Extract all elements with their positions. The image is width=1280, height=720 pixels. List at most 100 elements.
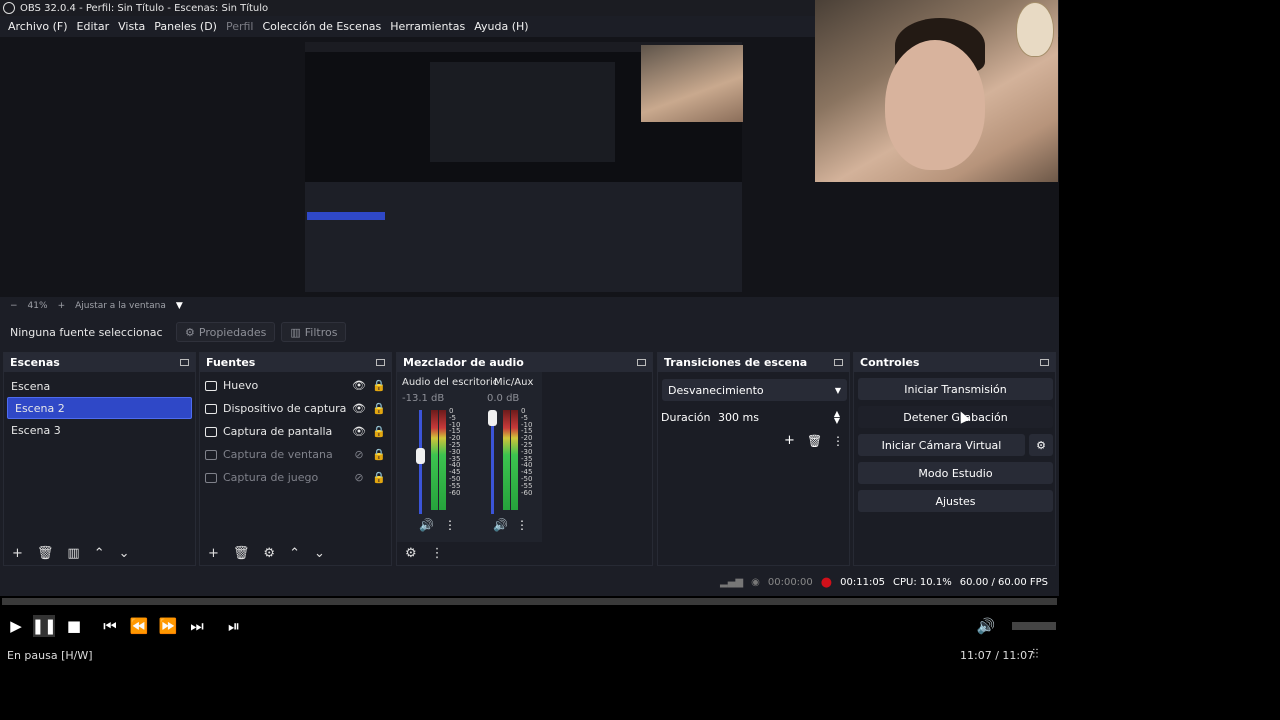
scene-item[interactable]: Escena 3 — [4, 419, 195, 441]
source-item[interactable]: Captura de pantalla 👁 🔒 — [200, 420, 391, 443]
add-icon[interactable]: + — [208, 546, 219, 561]
scene-item-selected[interactable]: Escena 2 — [7, 397, 192, 419]
scene-item[interactable]: Escena — [4, 375, 195, 397]
more-icon[interactable]: ⋮ — [516, 518, 528, 532]
speaker-icon[interactable]: 🔊 — [419, 518, 434, 532]
more-icon[interactable]: ⋮ — [832, 434, 844, 448]
add-icon[interactable]: + — [784, 433, 795, 448]
transition-selected: Desvanecimiento — [668, 383, 764, 397]
gear-icon[interactable]: ⚙ — [1029, 434, 1053, 456]
controls-title: Controles — [860, 356, 920, 369]
more-icon[interactable]: ⋮ — [444, 518, 456, 532]
eye-hidden-icon[interactable]: ⊘ — [352, 471, 366, 484]
stop-icon[interactable]: ■ — [63, 615, 85, 637]
channel-db: -13.1 dB — [402, 393, 445, 404]
studio-mode-button[interactable]: Modo Estudio — [858, 462, 1053, 484]
add-icon[interactable]: + — [12, 546, 23, 561]
seek-bar[interactable] — [0, 596, 1059, 608]
volume-slider[interactable] — [416, 447, 425, 464]
transitions-title: Transiciones de escena — [664, 356, 808, 369]
source-item[interactable]: Huevo 👁 🔒 — [200, 374, 391, 397]
speaker-icon[interactable]: 🔊 — [493, 518, 508, 532]
more-icon[interactable]: ⋮ — [431, 546, 444, 561]
volume-icon[interactable]: 🔊 — [975, 615, 997, 637]
equalizer-icon[interactable]: ⫶⫶ — [1032, 647, 1039, 662]
undock-icon[interactable] — [637, 359, 646, 366]
volume-slider[interactable] — [1012, 622, 1056, 630]
menu-vista[interactable]: Vista — [118, 20, 145, 33]
eye-hidden-icon[interactable]: ⊘ — [352, 448, 366, 461]
previous-icon[interactable]: ⏮ — [99, 615, 121, 637]
channel-db: 0.0 dB — [487, 393, 520, 404]
audio-mixer-dock: Mezclador de audio Audio del escritoric … — [396, 352, 653, 566]
source-item[interactable]: Captura de ventana ⊘ 🔒 — [200, 443, 391, 466]
rewind-icon[interactable]: ⏪ — [128, 615, 150, 637]
frame-step-icon[interactable]: ⏯ — [223, 615, 245, 637]
menu-herramientas[interactable]: Herramientas — [390, 20, 465, 33]
arrow-down-icon[interactable]: ⌄ — [119, 546, 130, 561]
transition-select[interactable]: Desvanecimiento ▼ — [662, 379, 847, 401]
face — [885, 40, 985, 170]
meter-scale: 0 -5 -10 -15 -20 -25 -30 -35 -40 -45 -50 -55 -60 — [449, 408, 460, 496]
trash-icon[interactable]: 🗑 — [807, 434, 822, 448]
playback-state: En pausa [H/W] — [7, 649, 93, 662]
unlock-icon[interactable]: 🔒 — [372, 448, 386, 461]
arrow-up-icon[interactable]: ⌃ — [289, 546, 300, 561]
transitions-dock: Transiciones de escena Desvanecimiento ▼ … — [657, 352, 850, 566]
monitor-icon — [205, 426, 217, 437]
start-stream-button[interactable]: Iniciar Transmisión — [858, 378, 1053, 400]
trash-icon[interactable]: 🗑 — [37, 546, 54, 561]
menu-coleccion[interactable]: Colección de Escenas — [263, 20, 382, 33]
arrow-down-icon[interactable]: ⌄ — [314, 546, 325, 561]
next-icon[interactable]: ⏭ — [186, 615, 208, 637]
virtual-camera-button[interactable]: Iniciar Cámara Virtual — [858, 434, 1025, 456]
volume-slider[interactable] — [488, 410, 497, 426]
scale-tick: -60 — [449, 488, 461, 497]
stop-recording-button[interactable]: Detener Grabación — [858, 406, 1053, 428]
undock-icon[interactable] — [834, 359, 843, 366]
menu-perfil[interactable]: Perfil — [226, 20, 254, 33]
properties-button[interactable]: ⚙ Propiedades — [176, 322, 276, 342]
eye-icon[interactable]: 👁 — [352, 425, 366, 438]
lock-icon[interactable]: 🔒 — [372, 471, 386, 484]
chevron-down-icon[interactable]: ▼ — [176, 301, 183, 311]
source-item[interactable]: Dispositivo de captura de v 👁 🔒 — [200, 397, 391, 420]
gear-icon[interactable]: ⚙ — [263, 546, 275, 561]
menu-paneles[interactable]: Paneles (D) — [154, 20, 217, 33]
controls-header: Controles — [854, 353, 1055, 372]
egg-mascot-icon — [1016, 2, 1054, 57]
menu-archivo[interactable]: Archivo (F) — [8, 20, 68, 33]
record-time: 00:11:05 — [840, 576, 886, 588]
eye-icon[interactable]: 👁 — [352, 379, 366, 392]
filters-button[interactable]: ▥ Filtros — [281, 322, 347, 342]
mixer-settings-icon[interactable]: ⚙ — [405, 546, 417, 561]
unlock-icon[interactable]: 🔒 — [372, 402, 386, 415]
trash-icon[interactable]: 🗑 — [233, 546, 250, 561]
settings-button[interactable]: Ajustes — [858, 490, 1053, 512]
seek-track[interactable] — [2, 598, 1057, 605]
spin-arrows-icon[interactable]: ▲ ▼ — [834, 410, 840, 425]
zoom-level: 41% — [27, 301, 48, 311]
unlock-icon[interactable]: 🔒 — [372, 425, 386, 438]
arrow-up-icon[interactable]: ⌃ — [94, 546, 105, 561]
zoom-fit-button[interactable]: Ajustar a la ventana — [75, 301, 166, 311]
undock-icon[interactable] — [1040, 359, 1049, 366]
undock-icon[interactable] — [180, 359, 189, 366]
fast-forward-icon[interactable]: ⏩ — [157, 615, 179, 637]
zoom-in-button[interactable]: + — [58, 301, 66, 311]
play-icon[interactable]: ▶ — [5, 615, 27, 637]
filter-icon[interactable]: ▥ — [67, 546, 79, 561]
duration-value: 300 ms — [718, 410, 759, 424]
mixer-toolbar: ⚙ ⋮ — [397, 541, 652, 565]
duration-spinbox[interactable]: 300 ms ▲ ▼ — [712, 406, 846, 428]
zoom-out-button[interactable]: − — [10, 301, 18, 311]
source-item[interactable]: Captura de juego ⊘ 🔒 — [200, 466, 391, 489]
eye-icon[interactable]: 👁 — [352, 402, 366, 415]
menu-editar[interactable]: Editar — [77, 20, 110, 33]
camera-icon — [205, 403, 217, 414]
pause-icon[interactable]: ❚❚ — [31, 615, 57, 637]
transitions-header: Transiciones de escena — [658, 353, 849, 372]
unlock-icon[interactable]: 🔒 — [372, 379, 386, 392]
undock-icon[interactable] — [376, 359, 385, 366]
menu-ayuda[interactable]: Ayuda (H) — [474, 20, 528, 33]
